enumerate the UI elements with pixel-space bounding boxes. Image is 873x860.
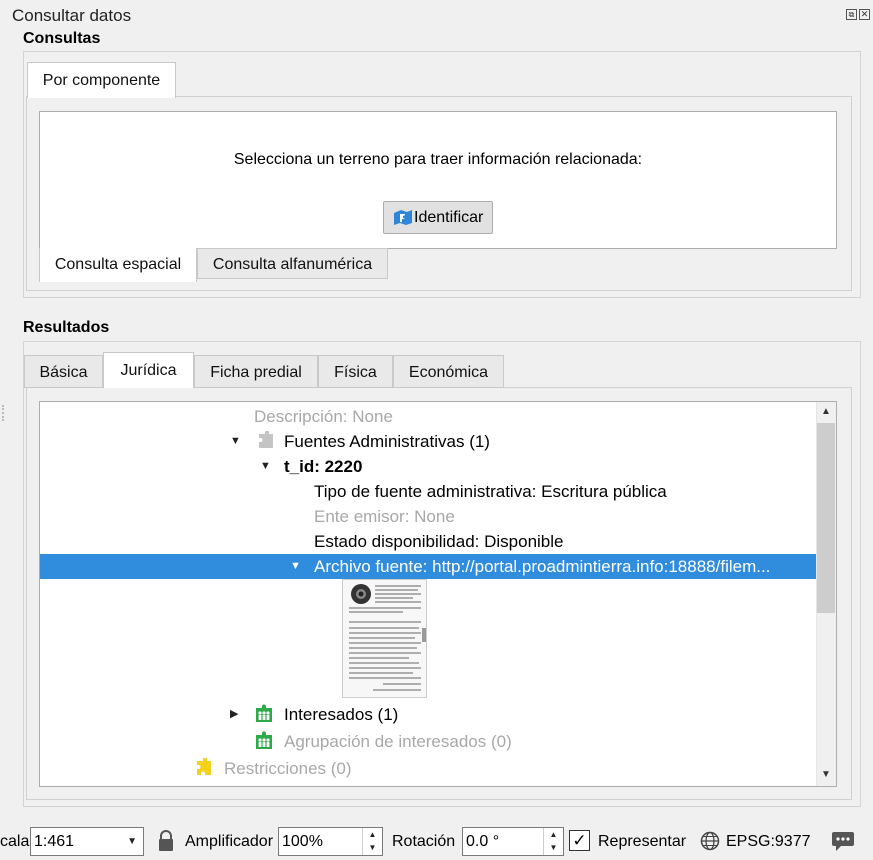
tab-consulta-espacial[interactable]: Consulta espacial — [39, 248, 197, 282]
tree-item-label: Restricciones (0) — [224, 759, 352, 778]
tree-item-label: Ente emisor: None — [314, 507, 455, 526]
tree-item-label: Agrupación de interesados (0) — [284, 732, 512, 751]
tree-item-restricciones[interactable]: Restricciones (0) — [40, 756, 352, 781]
rotation-value: 0.0 ° — [466, 833, 500, 850]
tree-item-label: Interesados (1) — [284, 705, 399, 724]
tree-item-archivo-fuente[interactable]: ▼ Archivo fuente: http://portal.proadmin… — [40, 554, 817, 579]
crs-label[interactable]: EPSG:9377 — [726, 833, 811, 851]
scale-label: cala — [0, 833, 30, 850]
tree-item-label: Estado disponibilidad: Disponible — [314, 532, 564, 551]
puzzle-grey-icon — [259, 431, 273, 448]
identify-button[interactable]: Identificar — [383, 201, 493, 234]
consultas-group-title: Consultas — [23, 30, 101, 47]
tree-item-fuentes-administrativas[interactable]: ▼ Fuentes Administrativas (1) — [40, 429, 490, 454]
expand-arrow-down-icon[interactable]: ▼ — [230, 429, 241, 454]
chevron-down-icon[interactable]: ▼ — [127, 828, 137, 855]
tab-basica[interactable]: Básica — [24, 355, 103, 388]
tree-item-label: t_id: 2220 — [284, 457, 363, 476]
close-dock-icon[interactable]: ✕ — [859, 9, 870, 20]
tree-item-label: Tipo de fuente administrativa: Escritura… — [314, 482, 667, 501]
tab-consulta-alfanumerica[interactable]: Consulta alfanumérica — [197, 248, 388, 279]
tree-item-agrupacion-interesados[interactable]: Agrupación de interesados (0) — [40, 729, 512, 754]
tab-ficha-predial[interactable]: Ficha predial — [194, 355, 318, 388]
identify-button-label: Identificar — [414, 209, 484, 226]
rotation-label: Rotación — [392, 833, 456, 850]
lock-icon[interactable] — [157, 830, 175, 852]
scale-combobox[interactable]: 1:461 ▼ — [30, 827, 144, 856]
tree-item-tipo-fuente[interactable]: Tipo de fuente administrativa: Escritura… — [40, 479, 667, 504]
identify-plot-icon — [394, 210, 412, 225]
tree-item-ente-emisor[interactable]: Ente emisor: None — [40, 504, 455, 529]
magnifier-spinbox[interactable]: 100% ▲ ▼ — [278, 827, 383, 856]
scrollbar-thumb[interactable] — [817, 423, 835, 613]
group-green-icon — [256, 731, 272, 749]
spin-arrows-icon[interactable]: ▲ ▼ — [543, 828, 563, 855]
expand-arrow-right-icon[interactable]: ▶ — [230, 702, 238, 727]
tree-item-label: Descripción: None — [254, 407, 393, 426]
magnifier-value: 100% — [282, 833, 323, 850]
tab-economica[interactable]: Económica — [393, 355, 504, 388]
scroll-up-arrow-icon[interactable]: ▲ — [816, 402, 836, 422]
render-label: Representar — [598, 833, 687, 850]
dock-title: Consultar datos — [12, 6, 132, 25]
tree-item-estado-disponibilidad[interactable]: Estado disponibilidad: Disponible — [40, 529, 564, 554]
expand-arrow-down-icon[interactable]: ▼ — [260, 454, 271, 479]
tree-item-label: Archivo fuente: http://portal.proadminti… — [314, 557, 771, 576]
magnifier-label: Amplificador — [185, 833, 274, 850]
results-tree[interactable]: Descripción: None ▼ Fuentes Administrati… — [39, 401, 837, 787]
float-dock-icon[interactable]: ⧉ — [846, 9, 857, 20]
tree-item-t-id[interactable]: ▼ t_id: 2220 — [40, 454, 362, 479]
tree-item-label: Fuentes Administrativas (1) — [284, 432, 490, 451]
document-thumbnail[interactable] — [342, 579, 427, 698]
resize-handle[interactable] — [2, 405, 4, 421]
puzzle-yellow-icon — [197, 758, 211, 775]
render-checkbox[interactable]: ✓ — [569, 830, 590, 851]
instruction-text: Selecciona un terreno para traer informa… — [233, 151, 643, 168]
tab-juridica[interactable]: Jurídica — [103, 352, 194, 388]
scale-value: 1:461 — [34, 833, 75, 850]
group-green-icon — [256, 704, 272, 722]
globe-crs-icon[interactable] — [700, 831, 720, 851]
scroll-down-arrow-icon[interactable]: ▼ — [816, 765, 836, 785]
tab-fisica[interactable]: Física — [318, 355, 393, 388]
expand-arrow-down-icon[interactable]: ▼ — [290, 554, 301, 579]
tab-por-componente[interactable]: Por componente — [27, 62, 176, 98]
tree-item-descripcion[interactable]: Descripción: None — [40, 404, 393, 429]
messages-icon[interactable] — [831, 829, 855, 853]
spin-arrows-icon[interactable]: ▲ ▼ — [362, 828, 382, 855]
resultados-group-title: Resultados — [23, 319, 110, 336]
rotation-spinbox[interactable]: 0.0 ° ▲ ▼ — [462, 827, 564, 856]
tree-item-interesados[interactable]: ▶ Interesados (1) — [40, 702, 398, 727]
scanned-document-image — [343, 580, 426, 697]
